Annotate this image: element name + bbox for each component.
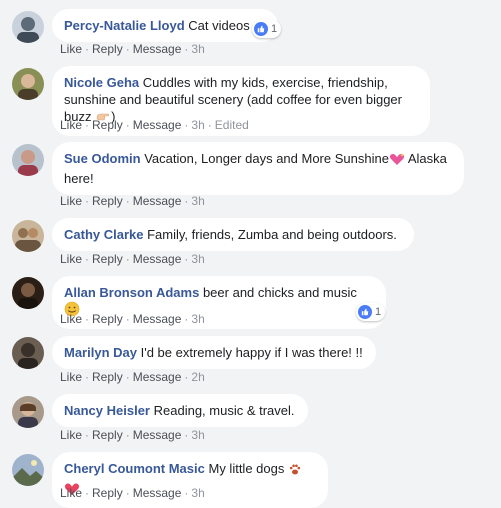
like-link[interactable]: Like <box>60 428 82 442</box>
reaction-count[interactable]: 1 <box>252 20 282 38</box>
comment-timestamp[interactable]: 3h <box>191 428 204 442</box>
comment-actions: Like · Reply · Message · 3h <box>60 252 205 266</box>
avatar[interactable] <box>12 454 44 486</box>
comment-actions: Like · Reply · Message · 3h · Edited <box>60 118 249 132</box>
message-link[interactable]: Message <box>133 194 182 208</box>
edited-label[interactable]: Edited <box>215 118 249 132</box>
avatar[interactable] <box>12 68 44 100</box>
reaction-count[interactable]: 1 <box>356 303 386 321</box>
comment-author[interactable]: Cathy Clarke <box>64 227 143 242</box>
reply-link[interactable]: Reply <box>92 252 123 266</box>
comment-actions: Like · Reply · Message · 3h <box>60 194 205 208</box>
like-link[interactable]: Like <box>60 252 82 266</box>
comment-bubble: Percy-Natalie Lloyd Cat videos <box>52 9 278 42</box>
comment-timestamp[interactable]: 3h <box>191 42 204 56</box>
like-link[interactable]: Like <box>60 42 82 56</box>
comment-actions: Like · Reply · Message · 3h <box>60 42 205 56</box>
avatar[interactable] <box>12 144 44 176</box>
comment-text: beer and chicks and music <box>202 285 357 300</box>
comment-author[interactable]: Nancy Heisler <box>64 403 150 418</box>
comment-bubble: Cathy Clarke Family, friends, Zumba and … <box>52 218 414 251</box>
avatar[interactable] <box>12 220 44 252</box>
message-link[interactable]: Message <box>133 486 182 500</box>
message-link[interactable]: Message <box>133 252 182 266</box>
comment-text: My little dogs <box>208 461 285 476</box>
like-link[interactable]: Like <box>60 486 82 500</box>
like-link[interactable]: Like <box>60 312 82 326</box>
message-link[interactable]: Message <box>133 118 182 132</box>
comment-author[interactable]: Percy-Natalie Lloyd <box>64 18 185 33</box>
avatar[interactable] <box>12 396 44 428</box>
paw-prints-emoji-icon <box>288 462 302 480</box>
comment-author[interactable]: Allan Bronson Adams <box>64 285 199 300</box>
comment-text: Vacation, Longer days and More Sunshine <box>144 151 389 166</box>
comment-bubble: Marilyn Day I'd be extremely happy if I … <box>52 336 376 369</box>
message-link[interactable]: Message <box>133 370 182 384</box>
comment-author[interactable]: Nicole Geha <box>64 75 139 90</box>
message-link[interactable]: Message <box>133 312 182 326</box>
reaction-number: 1 <box>271 23 278 35</box>
reply-link[interactable]: Reply <box>92 370 123 384</box>
comment-bubble: Sue Odomin Vacation, Longer days and Mor… <box>52 142 464 195</box>
comment-text: Reading, music & travel. <box>153 403 295 418</box>
reply-link[interactable]: Reply <box>92 42 123 56</box>
comment-text: Cat videos <box>188 18 250 33</box>
comment-timestamp[interactable]: 3h <box>191 312 204 326</box>
comment-timestamp[interactable]: 3h <box>191 486 204 500</box>
like-link[interactable]: Like <box>60 194 82 208</box>
message-link[interactable]: Message <box>133 428 182 442</box>
comment-timestamp[interactable]: 2h <box>191 370 204 384</box>
reply-link[interactable]: Reply <box>92 118 123 132</box>
comment-timestamp[interactable]: 3h <box>191 252 204 266</box>
like-reaction-icon <box>254 22 268 36</box>
sparkling-heart-emoji-icon <box>389 152 405 170</box>
comment-actions: Like · Reply · Message · 3h <box>60 312 205 326</box>
avatar[interactable] <box>12 337 44 369</box>
message-link[interactable]: Message <box>133 42 182 56</box>
like-link[interactable]: Like <box>60 370 82 384</box>
reaction-number: 1 <box>375 306 382 318</box>
reply-link[interactable]: Reply <box>92 486 123 500</box>
like-reaction-icon <box>358 305 372 319</box>
comment-author[interactable]: Marilyn Day <box>64 345 137 360</box>
comment-bubble: Nancy Heisler Reading, music & travel. <box>52 394 308 427</box>
comment-timestamp[interactable]: 3h <box>191 118 204 132</box>
reply-link[interactable]: Reply <box>92 194 123 208</box>
reply-link[interactable]: Reply <box>92 428 123 442</box>
avatar[interactable] <box>12 11 44 43</box>
like-link[interactable]: Like <box>60 118 82 132</box>
comment-actions: Like · Reply · Message · 3h <box>60 486 205 500</box>
comment-text: I'd be extremely happy if I was there! !… <box>140 345 363 360</box>
avatar[interactable] <box>12 277 44 309</box>
comment-timestamp[interactable]: 3h <box>191 194 204 208</box>
reply-link[interactable]: Reply <box>92 312 123 326</box>
comment-actions: Like · Reply · Message · 3h <box>60 428 205 442</box>
comment-author[interactable]: Cheryl Coumont Masic <box>64 461 205 476</box>
comment-actions: Like · Reply · Message · 2h <box>60 370 205 384</box>
comment-author[interactable]: Sue Odomin <box>64 151 141 166</box>
comment-text: Family, friends, Zumba and being outdoor… <box>147 227 397 242</box>
